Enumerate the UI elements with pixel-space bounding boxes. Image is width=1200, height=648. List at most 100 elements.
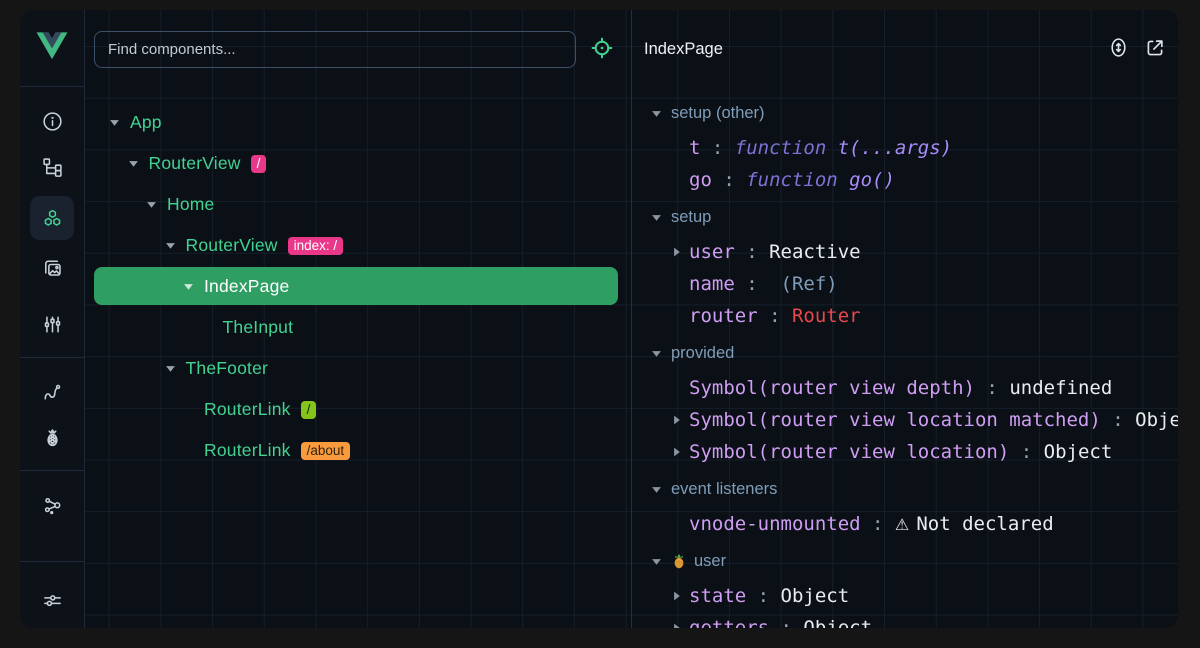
property-row[interactable]: Symbol(router view location) : Object — [632, 436, 1178, 468]
property-value: Object — [803, 617, 872, 628]
property-value: go() — [849, 169, 895, 191]
section-header[interactable]: setup (other) — [632, 94, 1178, 132]
section-header[interactable]: event listeners — [632, 470, 1178, 508]
vue-logo-icon — [35, 31, 69, 66]
tree-row[interactable]: RouterView/ — [85, 143, 631, 184]
property-key: Symbol(router view depth) — [689, 377, 975, 399]
property-key: vnode-unmounted — [689, 513, 861, 535]
section-label: setup (other) — [671, 104, 765, 123]
caret-right-icon[interactable] — [671, 591, 682, 602]
component-name: RouterLink — [204, 399, 291, 420]
crosshair-icon — [590, 36, 614, 63]
tree-row[interactable]: App — [85, 102, 631, 143]
caret-down-icon — [651, 556, 662, 567]
pages-icon — [41, 257, 64, 280]
tree-row[interactable]: TheFooter — [85, 348, 631, 389]
property-key: state — [689, 585, 746, 607]
sidebar-item-info[interactable] — [30, 99, 74, 143]
section-header[interactable]: setup — [632, 198, 1178, 236]
component-name: RouterView — [149, 153, 241, 174]
component-name: RouterLink — [204, 440, 291, 461]
caret-down-icon — [651, 484, 662, 495]
property-key: Symbol(router view location) — [689, 441, 1009, 463]
caret-down-icon[interactable] — [146, 199, 157, 210]
tree-row[interactable]: RouterLink/ — [85, 389, 631, 430]
property-row[interactable]: Symbol(router view location matched) : O… — [632, 404, 1178, 436]
property-row: Symbol(router view depth) : undefined — [632, 372, 1178, 404]
inspector-title: IndexPage — [644, 40, 1093, 59]
section-header[interactable]: provided — [632, 334, 1178, 372]
component-name: App — [130, 112, 162, 133]
sidebar-item-components[interactable] — [30, 196, 74, 240]
section-label: setup — [671, 208, 711, 227]
property-value: function — [735, 137, 838, 159]
property-row[interactable]: user : Reactive — [632, 236, 1178, 268]
sidebar-item-graph[interactable] — [30, 483, 74, 527]
caret-right-icon[interactable] — [671, 447, 682, 458]
property-row: vnode-unmounted : ⚠ Not declared — [632, 508, 1178, 540]
tree-row[interactable]: IndexPage — [85, 266, 631, 307]
property-value: Router — [792, 305, 861, 327]
property-value: Object — [781, 585, 850, 607]
caret-down-icon — [651, 212, 662, 223]
caret-down-icon — [651, 348, 662, 359]
caret-down-icon[interactable] — [128, 158, 139, 169]
property-colon: : — [1101, 409, 1135, 431]
caret-down-icon[interactable] — [109, 117, 120, 128]
caret-right-icon[interactable] — [671, 247, 682, 258]
property-value: Object — [1044, 441, 1113, 463]
sidebar-divider — [20, 357, 84, 358]
sidebar-divider — [20, 470, 84, 471]
caret-right-icon[interactable] — [671, 623, 682, 629]
open-in-editor-button[interactable] — [1143, 37, 1167, 61]
tree-row[interactable]: RouterViewindex: / — [85, 225, 631, 266]
scroll-to-component-button[interactable] — [1106, 37, 1130, 61]
property-colon: : — [735, 273, 769, 295]
sidebar-item-pages[interactable] — [30, 246, 74, 290]
sidebar — [20, 10, 85, 628]
section-label: event listeners — [671, 480, 777, 499]
components-icon — [41, 207, 64, 230]
sidebar-item-settings[interactable] — [30, 578, 74, 622]
caret-down-icon[interactable] — [165, 240, 176, 251]
property-value: Object — [1135, 409, 1178, 431]
property-row: t : function t(...args) — [632, 132, 1178, 164]
pinia-store-icon — [671, 553, 687, 569]
sidebar-item-component-tree[interactable] — [30, 145, 74, 189]
external-link-icon — [1144, 37, 1166, 62]
toolbar — [85, 10, 631, 88]
sidebar-item-pinia[interactable] — [30, 416, 74, 460]
property-colon: : — [975, 377, 1009, 399]
inspector-section: userstate : Objectgetters : Object — [632, 542, 1178, 628]
caret-down-icon[interactable] — [183, 281, 194, 292]
inspector-header: IndexPage — [632, 10, 1178, 88]
component-name: IndexPage — [204, 276, 289, 297]
property-row[interactable]: getters : Object — [632, 612, 1178, 628]
caret-down-icon[interactable] — [165, 363, 176, 374]
component-name: Home — [167, 194, 214, 215]
assets-icon — [41, 313, 64, 336]
property-colon: : — [735, 241, 769, 263]
property-row: name : (Ref) — [632, 268, 1178, 300]
component-tree: App RouterView/Home RouterViewindex: / Inde… — [85, 88, 631, 471]
scroll-icon — [1108, 36, 1129, 62]
locate-component-button[interactable] — [589, 37, 614, 62]
sidebar-divider — [20, 561, 84, 562]
caret-right-icon[interactable] — [671, 415, 682, 426]
caret-down-icon — [651, 108, 662, 119]
sidebar-item-timeline[interactable] — [30, 370, 74, 414]
property-value: Not declared — [916, 513, 1053, 535]
sidebar-item-assets[interactable] — [30, 302, 74, 346]
tree-row[interactable]: Home — [85, 184, 631, 225]
tree-row[interactable]: RouterLink/about — [85, 430, 631, 471]
search-input[interactable] — [94, 31, 576, 68]
property-key: go — [689, 169, 712, 191]
property-value: ⚠ — [895, 515, 914, 534]
component-name: TheFooter — [186, 358, 269, 379]
property-row[interactable]: state : Object — [632, 580, 1178, 612]
section-header[interactable]: user — [632, 542, 1178, 580]
settings-icon — [41, 589, 64, 612]
logo-cell — [20, 10, 84, 87]
tree-row[interactable]: TheInput — [85, 307, 631, 348]
property-key: name — [689, 273, 735, 295]
